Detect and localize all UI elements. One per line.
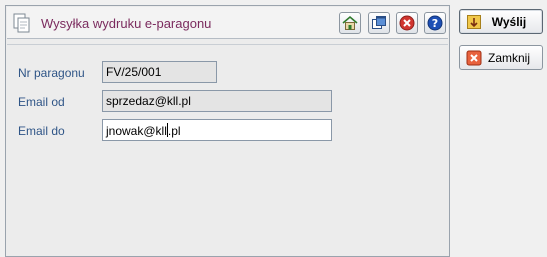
header-separator [7,44,448,45]
email-to-label: Email do [18,124,65,138]
receipt-number-value: FV/25/001 [106,65,162,79]
send-button[interactable]: Wyślij [459,9,543,34]
help-icon: ? [427,15,443,31]
receipt-number-field: FV/25/001 [102,61,217,83]
dialog-header: Wysyłka wydruku e-paragonu ? [7,7,448,39]
send-label: Wyślij [491,14,527,29]
document-copy-icon [11,12,33,34]
windows-icon [371,15,387,31]
close-label: Zamknij [487,50,530,65]
email-from-field: sprzedaz@kll.pl [102,90,332,112]
email-to-value-end: .pl [167,124,181,138]
send-icon [466,14,482,30]
windows-button[interactable] [368,12,390,34]
email-from-value: sprzedaz@kll.pl [106,94,191,108]
help-button[interactable]: ? [424,12,446,34]
receipt-number-label: Nr paragonu [18,66,85,80]
dialog-title: Wysyłka wydruku e-paragonu [41,16,212,31]
email-from-label: Email od [18,95,65,109]
home-button[interactable] [339,12,361,34]
dialog-panel: Wysyłka wydruku e-paragonu ? Nr paragonu… [5,5,450,257]
close-button[interactable]: Zamknij [459,45,543,70]
close-icon [466,50,482,66]
email-to-value-start: jnowak@kll [106,124,167,138]
close-window-button[interactable] [396,12,418,34]
close-circle-icon [399,15,415,31]
svg-text:?: ? [432,17,438,30]
email-to-field[interactable]: jnowak@kll.pl [102,119,332,141]
home-icon [342,15,358,31]
